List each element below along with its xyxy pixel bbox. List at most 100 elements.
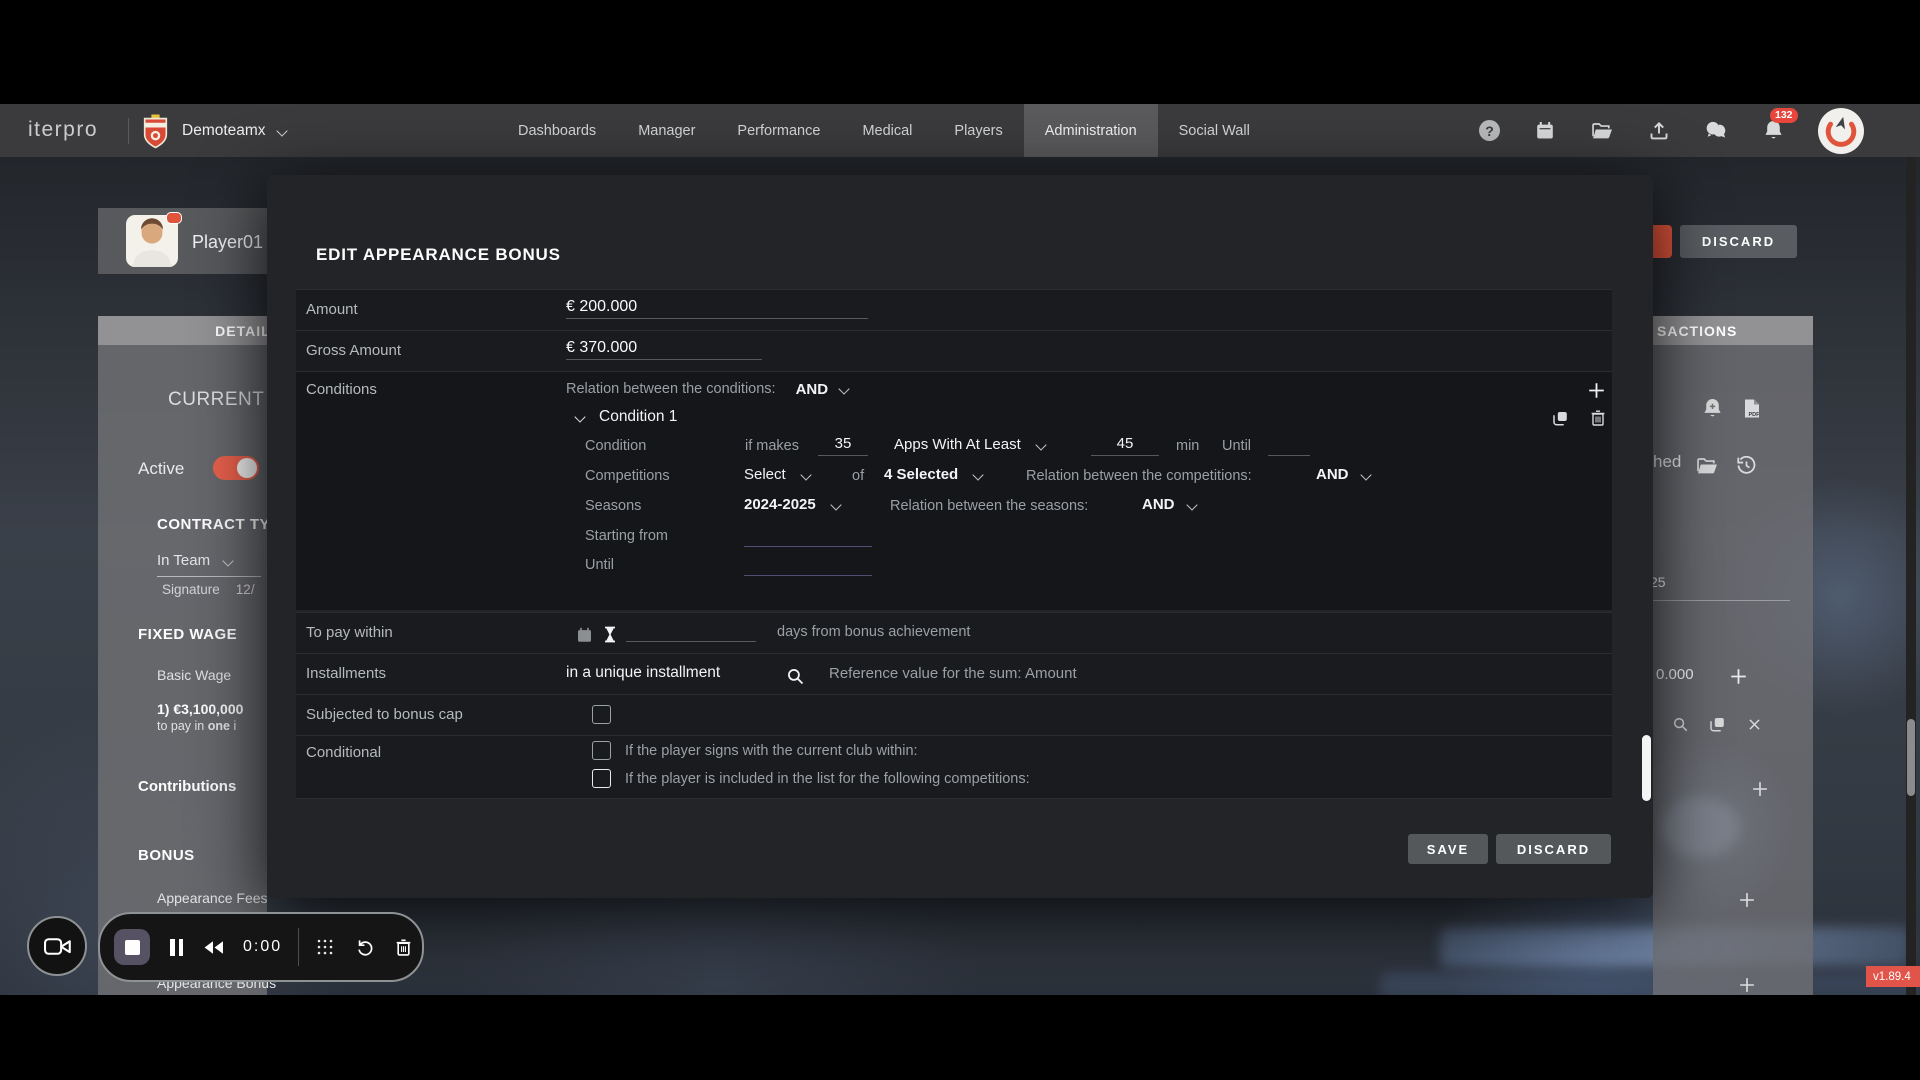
until-input[interactable] xyxy=(744,555,872,576)
nav-manager[interactable]: Manager xyxy=(617,104,716,157)
bg-discard-button[interactable]: DISCARD xyxy=(1680,225,1797,258)
modal-scrollbar-thumb[interactable] xyxy=(1642,735,1651,801)
competitions-label: Competitions xyxy=(585,468,670,484)
installments-search-icon[interactable] xyxy=(783,664,807,688)
topbar-actions: ? 132 xyxy=(1479,104,1864,157)
help-icon[interactable]: ? xyxy=(1479,120,1500,141)
close-x-icon[interactable] xyxy=(1742,712,1766,736)
active-toggle[interactable] xyxy=(213,456,259,480)
nav-administration[interactable]: Administration xyxy=(1024,104,1158,157)
wage-line1: 1) €3,100,000 xyxy=(157,701,243,717)
nav-performance[interactable]: Performance xyxy=(716,104,841,157)
team-selector[interactable]: Demoteamx xyxy=(182,104,286,157)
relation-conditions-label: Relation between the conditions: xyxy=(566,381,776,397)
right-panel-header-label: SACTIONS xyxy=(1657,323,1737,339)
bonus-cap-checkbox[interactable] xyxy=(592,705,611,724)
nav-dashboards[interactable]: Dashboards xyxy=(497,104,617,157)
user-avatar[interactable] xyxy=(1818,108,1864,154)
competitions-select[interactable]: Select xyxy=(744,466,810,483)
if-makes-label: if makes xyxy=(745,438,799,454)
conditional-label: Conditional xyxy=(306,744,381,761)
duplicate-condition-icon[interactable] xyxy=(1548,406,1572,430)
current-status-title: CURRENT STA xyxy=(168,389,267,411)
upload-icon[interactable] xyxy=(1647,119,1671,143)
history-icon[interactable] xyxy=(1734,453,1758,477)
search-icon[interactable] xyxy=(1668,712,1692,736)
add-appearance-bonus-icon[interactable] xyxy=(1735,973,1759,997)
amount-value: € 200.000 xyxy=(566,298,637,315)
restart-button[interactable] xyxy=(352,935,376,959)
add-wage-icon[interactable] xyxy=(1726,664,1750,688)
relation-conditions-select[interactable]: AND xyxy=(796,381,829,398)
copy-icon[interactable] xyxy=(1705,712,1729,736)
folder-icon[interactable] xyxy=(1590,119,1614,143)
discard-recording-button[interactable] xyxy=(391,935,415,959)
fixed-wage-title: FIXED WAGE xyxy=(138,626,237,643)
brand-logo[interactable]: iterpro xyxy=(28,118,98,142)
notification-badge: 132 xyxy=(1770,108,1798,123)
bonus-cap-row: Subjected to bonus cap xyxy=(296,694,1612,735)
days-input[interactable] xyxy=(626,621,756,642)
until-row: Until xyxy=(296,553,1612,581)
conditional-row: Conditional If the player signs with the… xyxy=(296,735,1612,799)
condition-row-label: Condition xyxy=(585,438,646,454)
min-label: min xyxy=(1176,438,1199,454)
nav-players[interactable]: Players xyxy=(933,104,1023,157)
competitions-selected[interactable]: 4 Selected xyxy=(884,466,982,483)
relation-seasons-select[interactable]: AND xyxy=(1142,496,1196,513)
notifications-bell-icon[interactable]: 132 xyxy=(1761,119,1785,143)
amount-input[interactable]: € 200.000 xyxy=(566,298,868,319)
metric-select[interactable]: Apps With At Least xyxy=(894,436,1045,453)
alert-add-icon[interactable] xyxy=(1700,396,1724,420)
hourglass-icon[interactable] xyxy=(598,622,622,646)
relation-seasons-chevron-icon xyxy=(1186,499,1197,510)
page-scrollbar-track[interactable] xyxy=(1906,157,1916,995)
page-scrollbar-thumb[interactable] xyxy=(1907,719,1915,796)
pdf-file-icon[interactable]: PDF xyxy=(1740,396,1764,420)
pause-button[interactable] xyxy=(170,939,183,956)
iterpro-logo-icon xyxy=(1825,115,1857,147)
modal-title: EDIT APPEARANCE BONUS xyxy=(316,245,561,265)
installments-value[interactable]: in a unique installment xyxy=(566,664,720,682)
rewind-button[interactable] xyxy=(201,935,225,959)
nav-medical[interactable]: Medical xyxy=(841,104,933,157)
recorder-camera-button[interactable] xyxy=(27,916,87,976)
conditions-panel: Conditions Relation between the conditio… xyxy=(296,371,1612,610)
bonus-item-appearance-fees[interactable]: Appearance Fees xyxy=(157,890,268,906)
conditional-list-checkbox[interactable] xyxy=(592,769,611,788)
modal-save-button[interactable]: SAVE xyxy=(1408,834,1488,864)
pay-calendar-icon[interactable] xyxy=(572,623,596,647)
relation-competitions-select[interactable]: AND xyxy=(1316,466,1370,483)
add-bonus-fees-icon[interactable] xyxy=(1735,888,1759,912)
gross-amount-label: Gross Amount xyxy=(306,342,401,359)
relation-conditions-chevron-icon xyxy=(838,383,849,394)
seasons-select[interactable]: 2024-2025 xyxy=(744,496,840,513)
drag-handle-icon[interactable] xyxy=(313,935,337,959)
modal-discard-button[interactable]: DISCARD xyxy=(1496,834,1611,864)
starting-from-input[interactable] xyxy=(744,526,872,547)
gross-amount-input[interactable]: € 370.000 xyxy=(566,339,762,360)
condition-1-header[interactable]: Condition 1 xyxy=(576,404,677,430)
calendar-icon[interactable] xyxy=(1533,119,1557,143)
toggle-knob xyxy=(237,458,257,478)
nav-social-wall[interactable]: Social Wall xyxy=(1158,104,1271,157)
add-condition-icon[interactable] xyxy=(1584,378,1608,402)
stop-button[interactable] xyxy=(114,929,150,965)
topbar: iterpro Demoteamx Dashboards Manager Per… xyxy=(0,104,1920,157)
min-count-value: 45 xyxy=(1117,435,1134,452)
add-contribution-icon[interactable] xyxy=(1748,777,1772,801)
delete-condition-icon[interactable] xyxy=(1586,406,1610,430)
messages-icon[interactable] xyxy=(1704,119,1728,143)
relation-competitions-value: AND xyxy=(1316,466,1349,483)
conditions-label: Conditions xyxy=(306,381,377,398)
folder-open-icon[interactable] xyxy=(1695,453,1719,477)
conditional-option2-label: If the player is included in the list fo… xyxy=(625,771,1030,787)
apps-count-input[interactable]: 35 xyxy=(818,435,868,456)
min-count-input[interactable]: 45 xyxy=(1091,435,1159,456)
conditional-signs-checkbox[interactable] xyxy=(592,741,611,760)
until-label: Until xyxy=(585,557,614,573)
installments-reference: Reference value for the sum: Amount xyxy=(829,665,1077,682)
details-tab[interactable]: DETAILS xyxy=(98,316,267,345)
until-inline-input[interactable] xyxy=(1268,435,1310,456)
contract-type-select[interactable]: In Team xyxy=(157,552,232,569)
